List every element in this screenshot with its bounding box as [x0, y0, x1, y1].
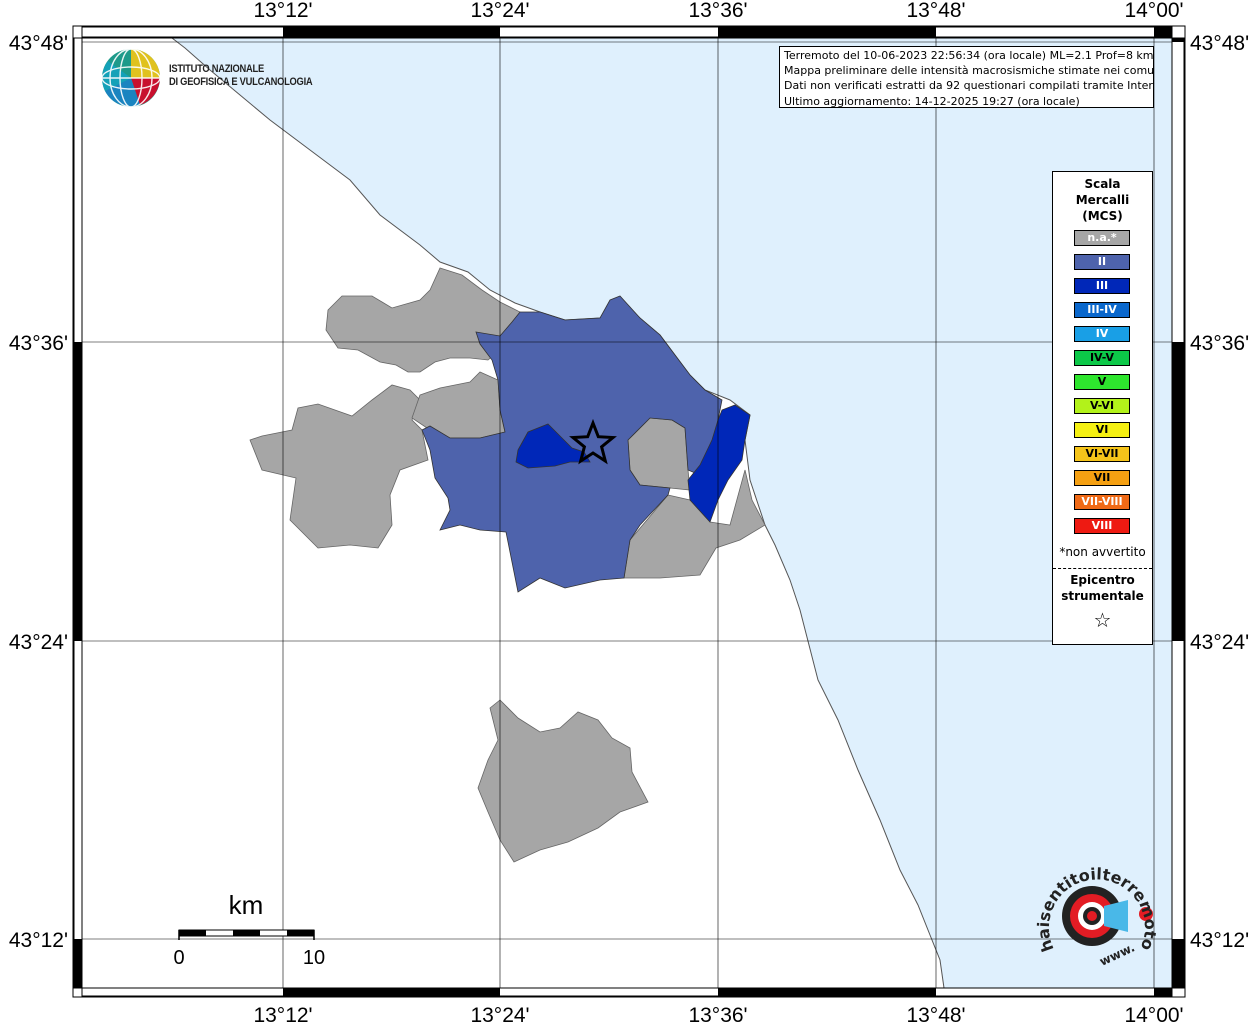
legend-swatch: VI	[1074, 422, 1130, 438]
lon-label: 13°12'	[253, 0, 312, 22]
legend-title: Scala Mercalli (MCS)	[1053, 176, 1152, 224]
event-info-line: Mappa preliminare delle intensità macros…	[784, 64, 1154, 78]
scale-end: 10	[303, 947, 325, 969]
lat-labels-right: 43°48' 43°36' 43°24' 43°12'	[1190, 32, 1249, 952]
legend-separator	[1053, 568, 1152, 569]
legend-swatch: II	[1074, 254, 1130, 270]
lon-label: 13°48'	[906, 0, 965, 22]
legend-epicenter-line: Epicentro	[1070, 573, 1135, 587]
haisentito-url-prefix: www.	[1097, 940, 1137, 968]
ingv-name: Istituto Nazionale di Geofisica e Vulcan…	[169, 63, 313, 89]
legend-note: *non avvertito	[1059, 545, 1146, 559]
legend-title-line: (MCS)	[1082, 209, 1123, 223]
event-info-line: Dati non verificati estratti da 92 quest…	[784, 79, 1154, 93]
haisentito-logo-graphic: haisentitoilterremoto.it www.	[1028, 839, 1160, 969]
legend-swatch: VII	[1074, 470, 1130, 486]
event-info-line: Terremoto del 10-06-2023 22:56:34 (ora l…	[784, 49, 1154, 62]
lon-labels-bottom: 13°12' 13°24' 13°36' 13°48' 14°00'	[253, 1004, 1183, 1024]
globe-icon	[101, 48, 161, 108]
lon-label: 13°24'	[470, 0, 529, 22]
lon-label: 13°24'	[470, 1004, 529, 1024]
lat-labels-left: 43°48' 43°36' 43°24' 43°12'	[9, 32, 68, 952]
legend-epicenter-line: strumentale	[1061, 589, 1144, 603]
legend-swatch: VI-VII	[1074, 446, 1130, 462]
legend-swatch: III	[1074, 278, 1130, 294]
scale-start: 0	[173, 947, 184, 969]
event-info-line: Ultimo aggiornamento: 14-12-2025 19:27 (…	[784, 94, 1080, 108]
legend-title-line: Scala	[1084, 177, 1121, 191]
lon-labels-top: 13°12' 13°24' 13°36' 13°48' 14°00'	[253, 0, 1183, 22]
legend-swatch: VIII	[1074, 518, 1130, 534]
lat-label: 43°24'	[1190, 631, 1249, 654]
legend-swatch: IV	[1074, 326, 1130, 342]
legend-swatch: IV-V	[1074, 350, 1130, 366]
lat-label: 43°12'	[1190, 929, 1249, 952]
lat-label: 43°48'	[9, 32, 68, 55]
lat-label: 43°24'	[9, 631, 68, 654]
lon-label: 13°12'	[253, 1004, 312, 1024]
ingv-line1: Istituto Nazionale	[169, 63, 264, 75]
haisentito-logo: haisentitoilterremoto.it www.	[1028, 839, 1162, 974]
ingv-line2: di Geofisica e Vulcanologia	[169, 76, 313, 88]
legend-swatch: VII-VIII	[1074, 494, 1130, 510]
lon-label: 14°00'	[1124, 0, 1183, 22]
legend-epicenter-title: Epicentro strumentale	[1053, 572, 1152, 604]
lon-label: 14°00'	[1124, 1004, 1183, 1024]
lat-label: 43°36'	[9, 332, 68, 355]
lon-label: 13°36'	[688, 1004, 747, 1024]
legend-title-line: Mercalli	[1075, 193, 1130, 207]
lat-label: 43°12'	[9, 929, 68, 952]
lat-label: 43°48'	[1190, 32, 1249, 55]
lat-label: 43°36'	[1190, 332, 1249, 355]
lon-label: 13°36'	[688, 0, 747, 22]
legend-swatch: III-IV	[1074, 302, 1130, 318]
scale-unit: km	[229, 890, 264, 920]
lon-label: 13°48'	[906, 1004, 965, 1024]
event-info-box: Terremoto del 10-06-2023 22:56:34 (ora l…	[779, 46, 1154, 108]
legend-swatch: V	[1074, 374, 1130, 390]
legend-star-icon: ☆	[1093, 608, 1112, 632]
intensity-legend: Scala Mercalli (MCS) n.a.* II III III-IV IV I…	[1052, 171, 1153, 645]
legend-swatch: V-VI	[1074, 398, 1130, 414]
legend-swatch: n.a.*	[1074, 230, 1130, 246]
ingv-logo: Istituto Nazionale di Geofisica e Vulcan…	[100, 47, 320, 111]
